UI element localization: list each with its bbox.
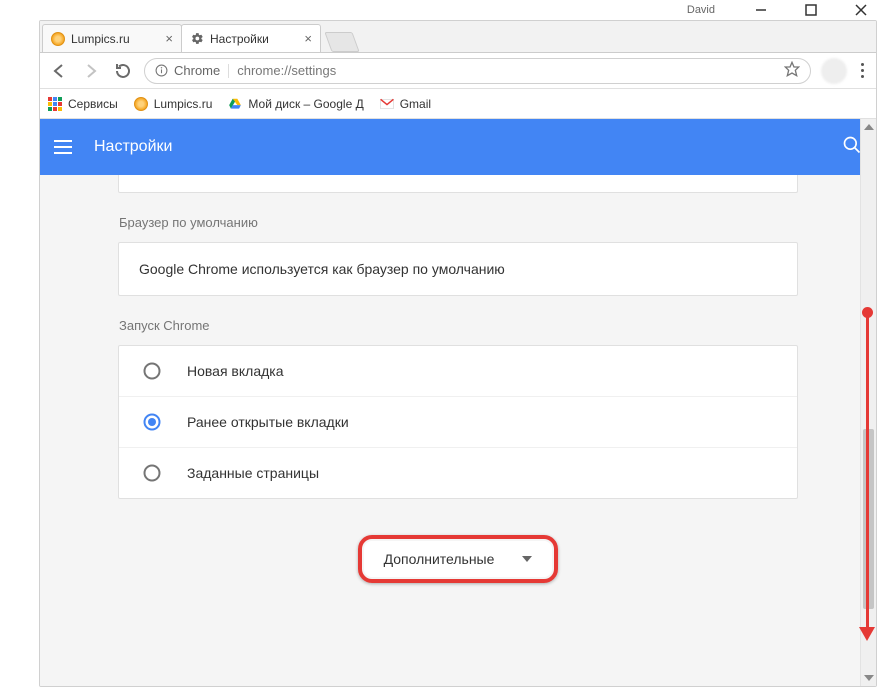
tab-settings[interactable]: Настройки × <box>181 24 321 52</box>
startup-option-specific-pages[interactable]: Заданные страницы <box>119 447 797 498</box>
chevron-down-icon <box>522 556 532 562</box>
menu-icon[interactable] <box>54 140 72 154</box>
bookmark-star-icon[interactable] <box>784 61 800 80</box>
advanced-label: Дополнительные <box>384 551 495 567</box>
browser-menu-button[interactable] <box>857 59 868 82</box>
settings-search-button[interactable] <box>842 135 862 160</box>
window-close-button[interactable] <box>847 0 875 20</box>
window-username: David <box>687 4 715 16</box>
info-icon <box>155 64 168 77</box>
section-startup-title: Запуск Chrome <box>119 318 799 333</box>
address-chip-label: Chrome <box>174 63 220 78</box>
window-maximize-button[interactable] <box>797 0 825 20</box>
tab-label: Настройки <box>210 32 269 46</box>
close-icon[interactable]: × <box>165 31 173 46</box>
advanced-toggle-button[interactable]: Дополнительные <box>364 541 553 577</box>
annotation-highlight: Дополнительные <box>358 535 559 583</box>
bookmark-apps[interactable]: Сервисы <box>48 97 118 111</box>
default-browser-status: Google Chrome используется как браузер п… <box>119 243 797 295</box>
section-default-browser-title: Браузер по умолчанию <box>119 215 799 230</box>
close-icon[interactable]: × <box>304 31 312 46</box>
bookmark-label: Мой диск – Google Д <box>248 97 363 111</box>
bookmark-label: Lumpics.ru <box>154 97 213 111</box>
startup-option-label: Ранее открытые вкладки <box>187 414 349 430</box>
profile-avatar[interactable] <box>821 58 847 84</box>
startup-option-continue[interactable]: Ранее открытые вкладки <box>119 396 797 447</box>
page-title: Настройки <box>94 138 172 156</box>
tab-strip: Lumpics.ru × Настройки × <box>40 21 876 53</box>
gear-icon <box>190 32 204 46</box>
bookmark-drive[interactable]: Мой диск – Google Д <box>228 97 363 111</box>
forward-button[interactable] <box>80 60 102 82</box>
gmail-icon <box>380 97 394 111</box>
bookmarks-bar: Сервисы Lumpics.ru Мой диск – Google Д G… <box>40 89 876 119</box>
bookmark-label: Gmail <box>400 97 431 111</box>
radio-icon <box>143 464 161 482</box>
scroll-down-button[interactable] <box>861 670 876 686</box>
address-url: chrome://settings <box>237 63 336 78</box>
previous-section-fragment <box>118 175 798 193</box>
startup-option-label: Новая вкладка <box>187 363 284 379</box>
tab-lumpics[interactable]: Lumpics.ru × <box>42 24 182 52</box>
tab-label: Lumpics.ru <box>71 32 130 46</box>
startup-option-label: Заданные страницы <box>187 465 319 481</box>
reload-button[interactable] <box>112 60 134 82</box>
startup-option-new-tab[interactable]: Новая вкладка <box>119 346 797 396</box>
lumpics-favicon-icon <box>134 97 148 111</box>
apps-icon <box>48 97 62 111</box>
lumpics-favicon-icon <box>51 32 65 46</box>
search-icon <box>842 135 862 155</box>
new-tab-button[interactable] <box>324 32 359 52</box>
bookmark-lumpics[interactable]: Lumpics.ru <box>134 97 213 111</box>
window-minimize-button[interactable] <box>747 0 775 20</box>
settings-header: Настройки <box>40 119 876 175</box>
address-bar[interactable]: Chrome chrome://settings <box>144 58 811 84</box>
bookmark-label: Сервисы <box>68 97 118 111</box>
scrollbar-thumb[interactable] <box>863 429 874 609</box>
default-browser-panel: Google Chrome используется как браузер п… <box>118 242 798 296</box>
startup-panel: Новая вкладка Ранее открытые вкладки Зад… <box>118 345 798 499</box>
site-chip: Chrome <box>155 63 220 78</box>
drive-icon <box>228 97 242 111</box>
scroll-up-button[interactable] <box>861 119 876 135</box>
radio-icon <box>143 413 161 431</box>
toolbar: Chrome chrome://settings <box>40 53 876 89</box>
back-button[interactable] <box>48 60 70 82</box>
vertical-scrollbar[interactable] <box>860 119 876 686</box>
bookmark-gmail[interactable]: Gmail <box>380 97 431 111</box>
radio-icon <box>143 362 161 380</box>
